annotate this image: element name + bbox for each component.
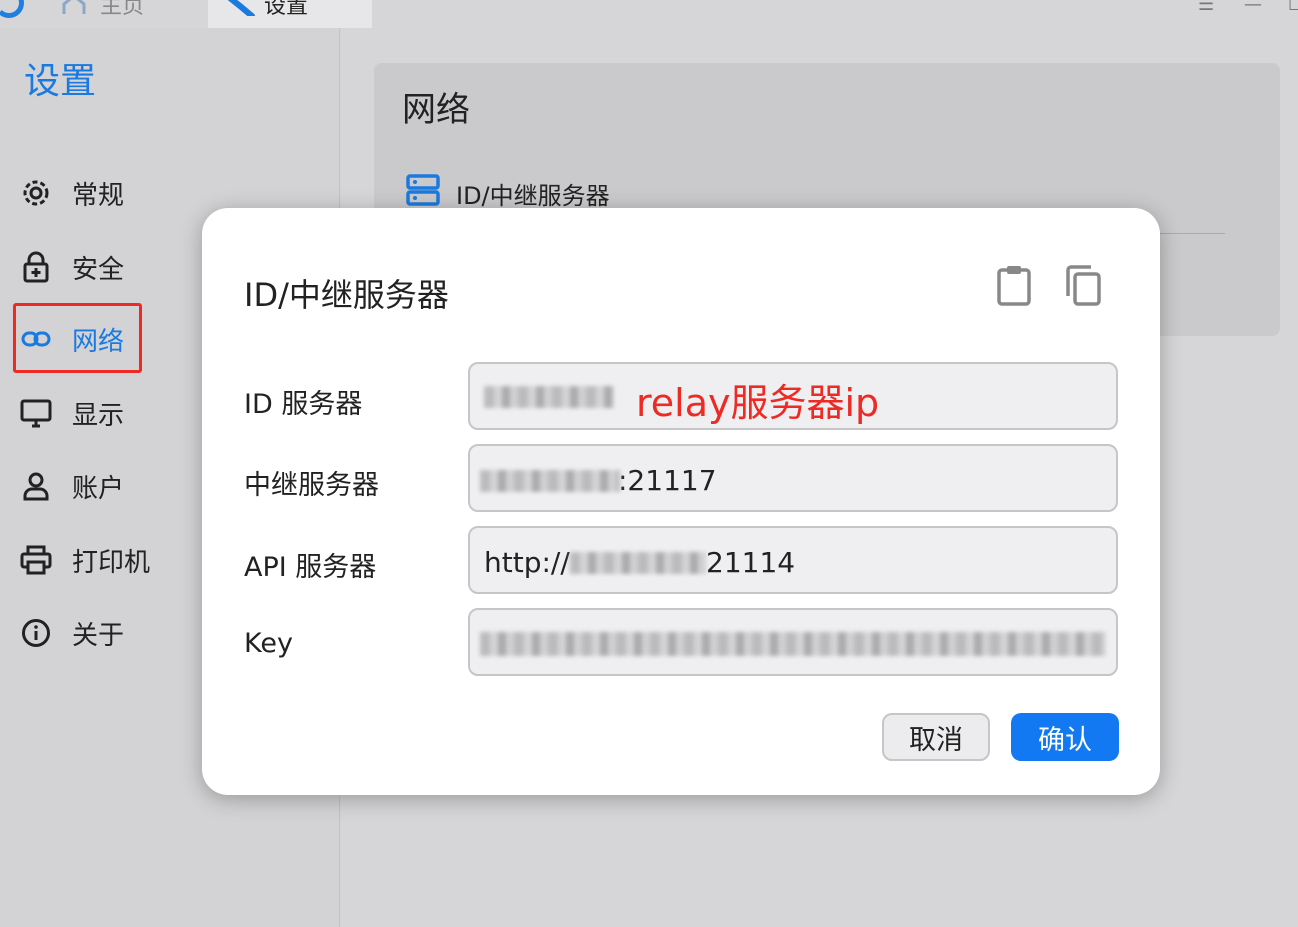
dialog-title: ID/中继服务器 xyxy=(244,276,449,314)
confirm-button[interactable]: 确认 xyxy=(1011,713,1119,761)
gear-icon xyxy=(20,177,52,209)
id-relay-server-row[interactable]: ID/中继服务器 xyxy=(406,174,610,212)
monitor-icon xyxy=(20,397,52,429)
tab-settings-label: 设置 xyxy=(264,0,309,19)
redacted-region xyxy=(480,632,1106,656)
key-input[interactable] xyxy=(468,608,1118,676)
sidebar-item-label: 打印机 xyxy=(72,547,151,578)
relay-server-value: :21117 xyxy=(618,464,717,497)
lock-icon xyxy=(20,251,52,283)
api-server-port: 21114 xyxy=(706,546,796,579)
minimize-icon[interactable]: — xyxy=(1244,0,1262,14)
key-label: Key xyxy=(244,628,293,659)
api-server-input[interactable]: http:// 21114 xyxy=(468,526,1118,594)
row-label: ID/中继服务器 xyxy=(456,181,610,210)
info-icon xyxy=(20,617,52,649)
copy-icon[interactable] xyxy=(1064,264,1104,306)
redacted-region xyxy=(480,470,620,492)
page-title: 网络 xyxy=(402,90,470,130)
user-icon xyxy=(20,470,52,502)
clipboard-paste-icon[interactable] xyxy=(996,264,1036,306)
sidebar-item-label: 关于 xyxy=(72,620,125,651)
printer-icon xyxy=(20,544,52,576)
cancel-button[interactable]: 取消 xyxy=(882,713,990,761)
sidebar-item-label: 安全 xyxy=(72,254,125,285)
sidebar-item-label: 常规 xyxy=(72,180,125,211)
id-server-input[interactable]: relay服务器ip xyxy=(468,362,1118,430)
maximize-icon[interactable]: ☐ xyxy=(1288,0,1298,14)
id-server-label: ID 服务器 xyxy=(244,389,363,420)
sidebar-item-label: 显示 xyxy=(72,400,125,431)
redacted-region xyxy=(570,552,706,574)
redacted-region xyxy=(484,386,614,408)
tab-home[interactable]: 主页 xyxy=(62,0,202,28)
wrench-icon xyxy=(226,0,255,16)
annotation-highlight-box xyxy=(13,303,142,373)
api-server-label: API 服务器 xyxy=(244,552,377,583)
home-icon xyxy=(62,0,86,14)
tab-home-label: 主页 xyxy=(100,0,145,19)
title-bar: 主页 设置 ☰ — ☐ xyxy=(0,0,1298,28)
sidebar-item-general[interactable]: 常规 xyxy=(20,173,320,213)
relay-server-input[interactable]: :21117 xyxy=(468,444,1118,512)
id-relay-server-dialog: ID/中继服务器 ID 服务器 relay服务器ip 中继服务器 :21117 … xyxy=(202,208,1160,795)
app-logo xyxy=(0,0,24,18)
server-icon xyxy=(406,174,440,212)
tab-settings[interactable]: 设置 xyxy=(208,0,372,28)
sidebar-item-label: 账户 xyxy=(72,473,125,504)
api-server-value: http:// xyxy=(484,546,570,579)
relay-server-label: 中继服务器 xyxy=(244,470,379,501)
menu-icon[interactable]: ☰ xyxy=(1198,0,1214,14)
annotation-relay-server-ip: relay服务器ip xyxy=(636,381,880,425)
sidebar-title: 设置 xyxy=(24,61,97,102)
